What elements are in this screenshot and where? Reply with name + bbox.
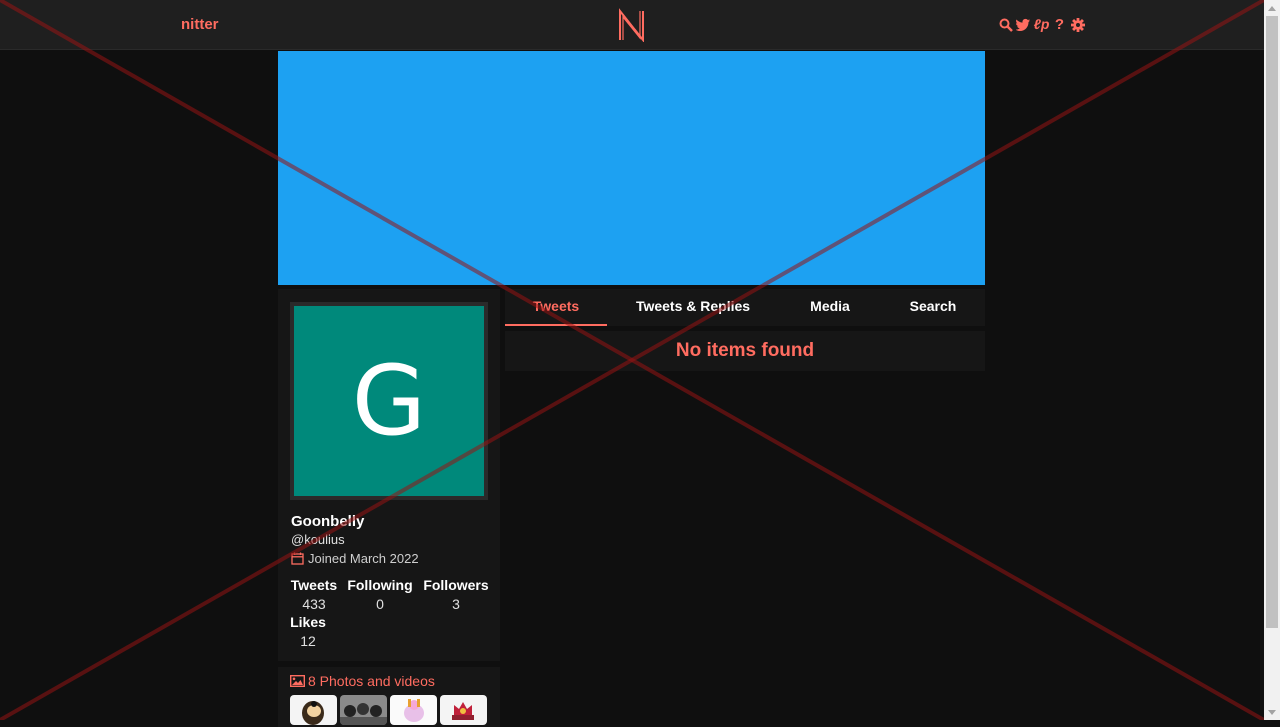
stat-following-value: 0 bbox=[376, 596, 384, 612]
profile-card: G Goonbelly @koulius Joined March 2022 T… bbox=[278, 289, 500, 661]
stat-following: Following 0 bbox=[346, 577, 414, 612]
settings-gear-icon[interactable] bbox=[1070, 16, 1085, 33]
stat-following-label: Following bbox=[347, 577, 413, 593]
scroll-down-arrow-icon[interactable] bbox=[1264, 704, 1280, 720]
help-icon[interactable]: ? bbox=[1052, 16, 1067, 33]
avatar[interactable]: G bbox=[294, 306, 484, 496]
image-icon bbox=[290, 675, 305, 687]
stat-likes-value: 12 bbox=[300, 633, 316, 649]
tab-tweets[interactable]: Tweets bbox=[505, 289, 607, 326]
photo-rail: 8 Photos and videos bbox=[278, 667, 500, 727]
scroll-up-arrow-icon[interactable] bbox=[1264, 0, 1280, 16]
stat-followers-value: 3 bbox=[452, 596, 460, 612]
page-scrollbar[interactable] bbox=[1264, 0, 1280, 720]
nitter-logo-icon[interactable] bbox=[617, 8, 646, 42]
search-icon[interactable] bbox=[998, 16, 1013, 33]
photo-thumb[interactable] bbox=[390, 695, 437, 725]
photo-thumb[interactable] bbox=[440, 695, 487, 725]
stat-tweets-label: Tweets bbox=[290, 577, 338, 593]
stat-tweets-value: 433 bbox=[302, 596, 326, 612]
twitter-bird-icon[interactable] bbox=[1016, 16, 1031, 33]
scroll-thumb[interactable] bbox=[1266, 16, 1278, 628]
lp-icon[interactable]: ℓp bbox=[1034, 16, 1050, 33]
timeline-empty-message: No items found bbox=[505, 331, 985, 371]
stat-likes: Likes 12 bbox=[288, 614, 328, 649]
calendar-icon bbox=[291, 552, 304, 565]
stat-tweets: Tweets 433 bbox=[290, 577, 338, 612]
profile-fullname[interactable]: Goonbelly bbox=[291, 513, 364, 530]
photo-rail-title: 8 Photos and videos bbox=[308, 673, 435, 689]
profile-banner[interactable] bbox=[278, 51, 985, 285]
tab-tweets-replies[interactable]: Tweets & Replies bbox=[623, 289, 763, 326]
photo-thumb[interactable] bbox=[340, 695, 387, 725]
photo-thumb[interactable] bbox=[290, 695, 337, 725]
empty-message-text: No items found bbox=[675, 340, 815, 361]
tab-media[interactable]: Media bbox=[790, 289, 870, 326]
timeline-tabs: Tweets Tweets & Replies Media Search bbox=[505, 289, 985, 326]
brand-link[interactable]: nitter bbox=[181, 16, 219, 33]
navbar: nitter ℓp ? bbox=[0, 0, 1264, 50]
avatar-letter: G bbox=[351, 345, 427, 457]
joined-text: Joined March 2022 bbox=[308, 551, 419, 566]
tab-search[interactable]: Search bbox=[893, 289, 973, 326]
profile-joined: Joined March 2022 bbox=[291, 551, 419, 566]
stat-likes-label: Likes bbox=[290, 614, 326, 630]
stat-followers-label: Followers bbox=[423, 577, 489, 593]
photo-rail-header[interactable]: 8 Photos and videos bbox=[290, 673, 435, 689]
nav-icons: ℓp ? bbox=[998, 16, 1085, 33]
avatar-frame: G bbox=[290, 302, 488, 500]
stat-followers: Followers 3 bbox=[421, 577, 491, 612]
profile-username[interactable]: @koulius bbox=[291, 532, 345, 547]
